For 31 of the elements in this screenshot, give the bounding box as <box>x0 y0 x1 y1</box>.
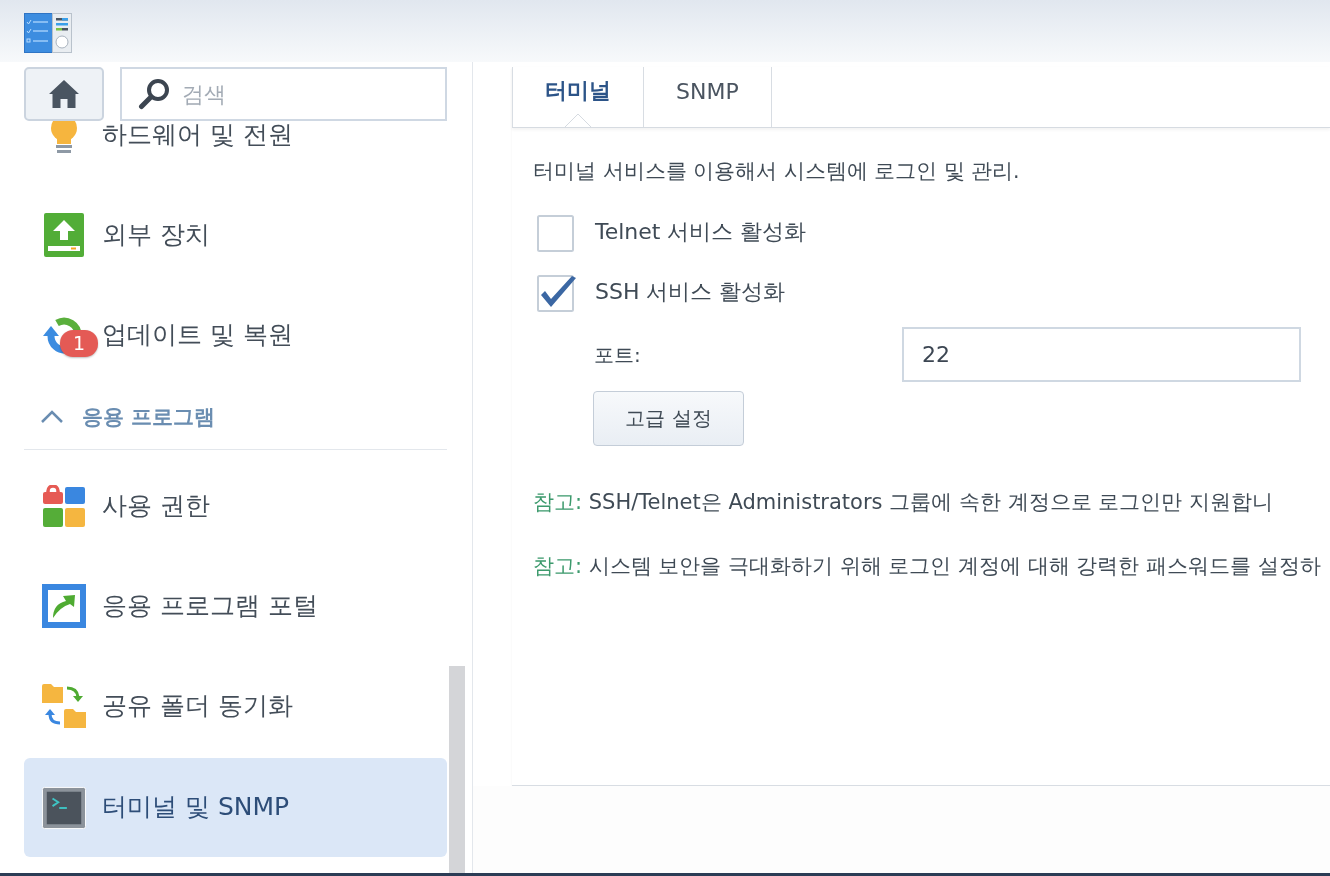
folder-sync-icon <box>42 684 86 728</box>
description-text: 터미널 서비스를 이용해서 시스템에 로그인 및 관리. <box>533 159 1020 183</box>
sidebar-item[interactable]: 터미널 및 SNMP <box>24 758 447 857</box>
port-label: 포트: <box>594 342 641 367</box>
sidebar-item[interactable]: 사용 권한 <box>24 484 218 528</box>
note-text: 참고: 시스템 보안을 극대화하기 위해 로그인 계정에 대해 강력한 패스워드를 설정하 <box>533 554 1321 578</box>
advanced-settings-button[interactable]: 고급 설정 <box>593 391 744 446</box>
home-icon <box>48 79 80 109</box>
lock-grid-icon <box>43 485 85 527</box>
sidebar-item[interactable]: 외부 장치 <box>24 213 218 257</box>
app-icon[interactable] <box>24 13 72 53</box>
sidebar-item[interactable]: 1 업데이트 및 복원 <box>24 313 301 357</box>
port-field[interactable]: 22 <box>902 327 1301 382</box>
sidebar-item[interactable]: 응용 프로그램 포털 <box>24 584 326 628</box>
checkbox[interactable] <box>535 272 577 312</box>
notification-badge: 1 <box>60 330 98 357</box>
sidebar-item[interactable]: 공유 폴더 동기화 <box>24 684 301 728</box>
terminal-icon <box>42 785 86 830</box>
checkbox-label[interactable]: SSH 서비스 활성화 <box>595 279 786 305</box>
home-button[interactable] <box>24 67 104 121</box>
search-icon <box>138 78 170 110</box>
scrollbar-thumb[interactable] <box>449 666 465 873</box>
caret-up-icon[interactable] <box>40 410 64 424</box>
checkbox[interactable] <box>535 212 577 252</box>
tab[interactable]: 터미널 <box>512 67 644 127</box>
search-field[interactable]: 검색 <box>120 67 447 121</box>
arrow-shortcut-icon <box>42 584 86 628</box>
note-text: 참고: SSH/Telnet은 Administrators 그룹에 속한 계정으로 로그인만 지원합니 <box>533 490 1273 514</box>
sidebar-item[interactable]: 하드웨어 및 전원 <box>24 121 301 157</box>
checkbox-label[interactable]: Telnet 서비스 활성화 <box>595 219 807 245</box>
tab[interactable]: SNMP <box>644 67 772 127</box>
